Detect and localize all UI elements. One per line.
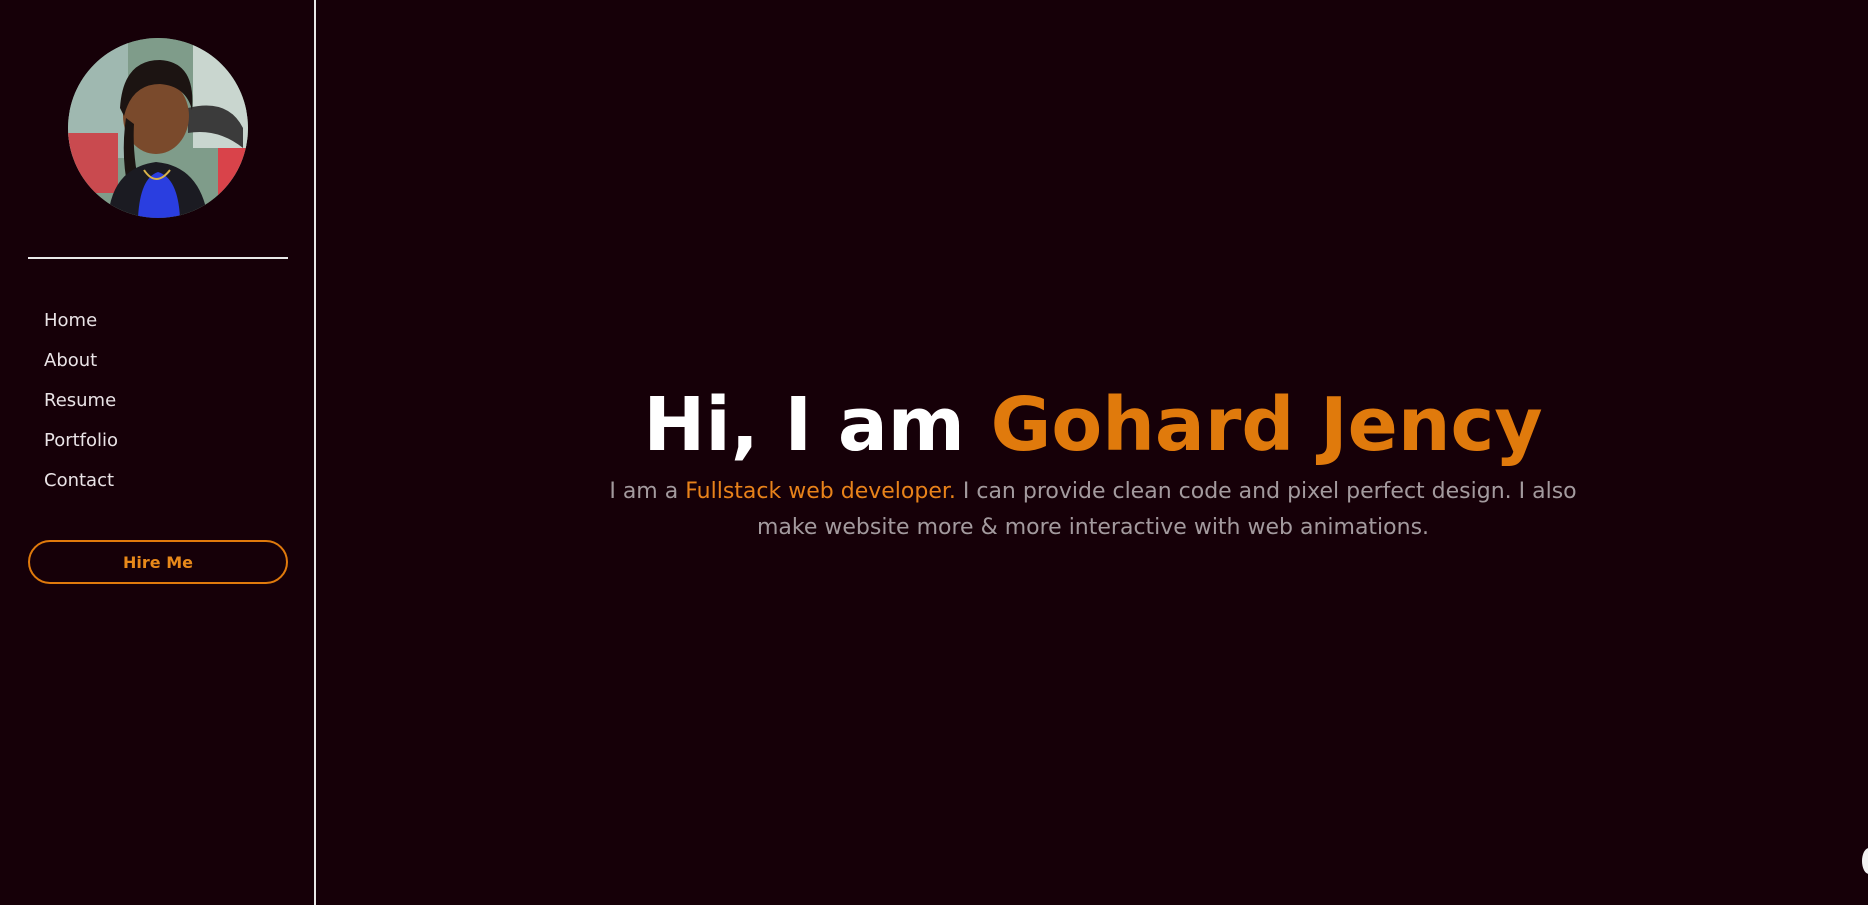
main-content: Hi, I am Gohard Jency I am a Fullstack w…: [318, 0, 1868, 905]
avatar: [68, 38, 248, 218]
hero-name: Gohard Jency: [990, 382, 1543, 468]
nav-item-portfolio[interactable]: Portfolio: [44, 426, 118, 466]
nav-item-home[interactable]: Home: [44, 306, 118, 346]
sidebar: Home About Resume Portfolio Contact Hire…: [0, 0, 316, 905]
hero-greeting: Hi, I am: [643, 382, 991, 468]
nav-item-resume[interactable]: Resume: [44, 386, 118, 426]
avatar-image: [68, 38, 248, 218]
hero-intro-prefix: I am a: [609, 479, 686, 504]
nav-item-contact[interactable]: Contact: [44, 466, 118, 506]
sidebar-divider: [28, 257, 288, 259]
hire-me-button[interactable]: Hire Me: [28, 540, 288, 584]
hero-title: Hi, I am Gohard Jency: [318, 380, 1868, 470]
nav-item-about[interactable]: About: [44, 346, 118, 386]
page: Home About Resume Portfolio Contact Hire…: [0, 0, 1868, 905]
sidebar-nav: Home About Resume Portfolio Contact: [44, 306, 118, 506]
hero-intro-highlight: Fullstack web developer.: [685, 479, 956, 504]
hero-section: Hi, I am Gohard Jency I am a Fullstack w…: [318, 380, 1868, 546]
hero-intro: I am a Fullstack web developer. I can pr…: [593, 474, 1593, 546]
